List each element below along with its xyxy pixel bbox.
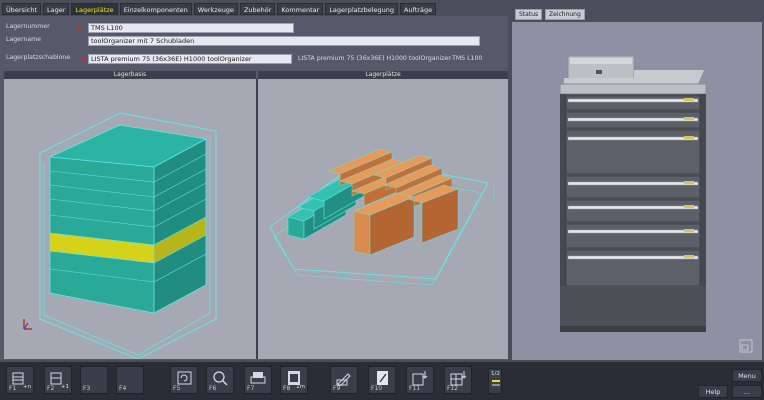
page-indicator-label: 1/2 [491,371,500,377]
lagerplaetze-header: Lagerplätze [258,71,508,79]
page-marker [492,380,500,382]
print-icon [250,370,267,386]
function-key-label: F10 [371,385,383,392]
schablone-label: Lagerplatzschablone [6,54,71,61]
function-key-label: F5 [173,385,181,392]
lagerbasis-header: Lagerbasis [4,71,256,79]
lagername-label: Lagername [6,36,41,43]
function-key-label: F2 [47,385,55,392]
function-key-label: F3 [83,385,91,392]
lagerbasis-3d-view[interactable] [4,79,256,359]
function-key-f6[interactable]: F6 [206,366,234,394]
function-key-extra: 1m [296,384,305,390]
required-marker [82,57,86,61]
document-icon [374,370,391,386]
page-indicator[interactable]: 1/2 [488,368,502,394]
refresh-icon [176,370,193,386]
function-key-label: F1 [9,385,17,392]
help-button[interactable]: Help [698,385,728,398]
function-key-f4[interactable]: F4 [116,366,144,394]
function-key-f2[interactable]: F2 +1 [44,366,72,394]
tab-lager[interactable]: Lager [43,3,70,15]
tab-zubehör[interactable]: Zubehör [239,3,276,15]
tab-zeichnung[interactable]: Zeichnung [545,9,585,20]
stock-in-icon [412,370,429,386]
function-key-extra: +1 [60,384,69,390]
cabinet-drawing-view[interactable] [512,22,762,360]
cabinet-3d-model [39,112,217,359]
schablone-row: Lagerplatzschablone LISTA premium 75 (36… [6,54,506,65]
lagernummer-row: Lagernummer TMS L100 [6,23,506,34]
tab-lagerplätze[interactable]: Lagerplätze [71,3,118,15]
function-key-f5[interactable]: F5 [170,366,198,394]
axis-indicator-icon [23,319,32,330]
expand-view-icon[interactable] [739,339,753,353]
function-key-f7[interactable]: F7 [244,366,272,394]
lagername-row: Lagername toolOrganizer mit 7 Schubladen [6,36,506,47]
tab-werkzeuge[interactable]: Werkzeuge [193,3,238,15]
function-key-label: F9 [333,385,341,392]
function-key-label: F7 [247,385,255,392]
main-tabs: Übersicht Lager Lagerplätze Einzelkomponent… [2,3,437,16]
required-marker [77,26,81,30]
tab-einzelkomponenten[interactable]: Einzelkomponenten [119,3,192,15]
function-key-f3[interactable]: F3 [80,366,108,394]
function-key-f8[interactable]: F8 1m [280,366,308,394]
empty-icon [86,370,103,386]
grid-icon [450,370,467,386]
function-key-extra: +n [22,384,31,390]
cabinet-photo [559,55,707,332]
lagername-field[interactable]: toolOrganizer mit 7 Schubladen [88,36,480,46]
menu-button[interactable]: Menu [732,369,762,382]
function-key-label: F12 [447,385,459,392]
schablone-field[interactable]: LISTA premium 75 (36x36E) H1000 toolOrga… [88,54,292,64]
zoom-icon [212,370,229,386]
function-key-label: F6 [209,385,217,392]
function-key-label: F4 [119,385,127,392]
tab-aufträge[interactable]: Aufträge [400,3,437,15]
function-key-f1[interactable]: F1 +n [6,366,34,394]
edit-icon [336,370,353,386]
more-button[interactable]: ... [732,385,762,398]
empty-icon [122,370,139,386]
tab-lagerplatzbelegung[interactable]: Lagerplatzbelegung [325,3,399,15]
function-key-f12[interactable]: F12 [444,366,472,394]
lagernummer-field[interactable]: TMS L100 [88,23,294,33]
page-marker [492,384,500,386]
schablone-description: LISTA premium 75 (36x36E) H1000 toolOrga… [298,55,483,62]
lagernummer-label: Lagernummer [6,23,50,30]
function-key-f11[interactable]: F11 [406,366,434,394]
drawer-slots-3d-model [269,148,495,286]
lagerplaetze-3d-view[interactable] [258,79,508,359]
tab-status[interactable]: Status [515,9,543,20]
function-key-f9[interactable]: F9 [330,366,358,394]
tab-übersicht[interactable]: Übersicht [2,3,41,15]
function-key-f10[interactable]: F10 [368,366,396,394]
function-key-label: F11 [409,385,421,392]
function-key-label: F8 [283,385,291,392]
tab-kommentar[interactable]: Kommentar [277,3,324,15]
